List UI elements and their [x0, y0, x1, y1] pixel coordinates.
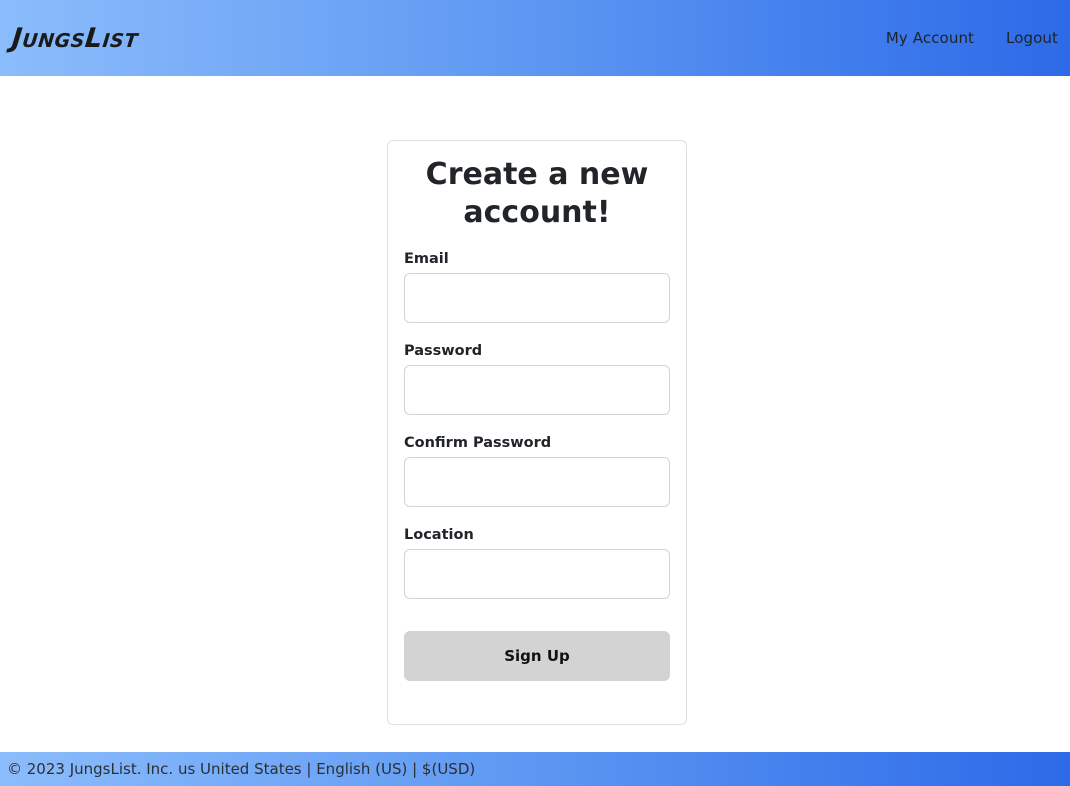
nav-links: My Account Logout	[886, 29, 1058, 47]
signup-card: Create a new account! Email Password Con…	[387, 140, 687, 725]
confirm-password-label: Confirm Password	[404, 435, 552, 451]
password-label: Password	[404, 343, 483, 359]
location-input[interactable]	[404, 549, 670, 599]
password-input[interactable]	[404, 365, 670, 415]
page-title: Create a new account!	[425, 157, 649, 230]
footer-text: © 2023 JungsList. Inc. us United States …	[7, 760, 476, 778]
confirm-password-field-group: Confirm Password	[404, 435, 670, 507]
sign-up-button[interactable]: Sign Up	[404, 631, 670, 681]
confirm-password-input[interactable]	[404, 457, 670, 507]
location-label: Location	[404, 527, 474, 543]
brand-logo[interactable]: JungsList	[10, 23, 139, 54]
email-field-group: Email	[404, 251, 670, 323]
location-field-group: Location	[404, 527, 670, 599]
nav-logout-link[interactable]: Logout	[1006, 29, 1058, 47]
footer: © 2023 JungsList. Inc. us United States …	[0, 752, 1070, 786]
email-input[interactable]	[404, 273, 670, 323]
password-field-group: Password	[404, 343, 670, 415]
email-label: Email	[404, 251, 449, 267]
nav-my-account-link[interactable]: My Account	[886, 29, 974, 47]
top-navbar: JungsList My Account Logout	[0, 0, 1070, 76]
